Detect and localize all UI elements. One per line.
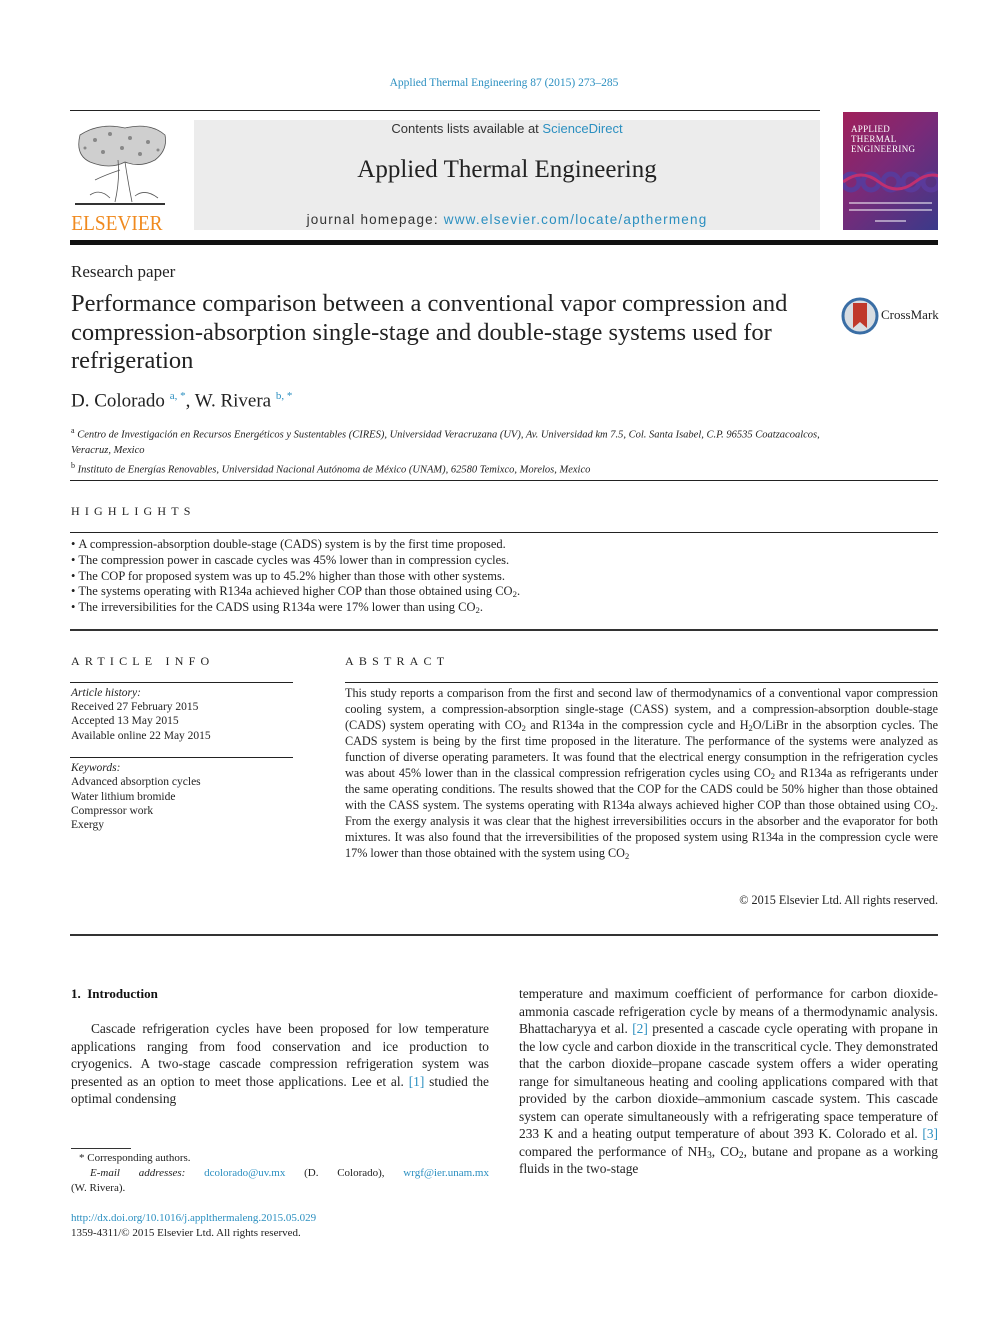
highlights-heading: HIGHLIGHTS bbox=[71, 504, 196, 518]
highlight-item: A compression-absorption double-stage (C… bbox=[71, 537, 931, 553]
author-name[interactable]: D. Colorado bbox=[71, 390, 165, 411]
journal-homepage-link[interactable]: www.elsevier.com/locate/apthermeng bbox=[444, 212, 708, 227]
email-owner: (W. Rivera). bbox=[71, 1181, 126, 1194]
article-title: Performance comparison between a convent… bbox=[71, 290, 788, 374]
affiliation-text: Centro de Investigación en Recursos Ener… bbox=[71, 429, 820, 456]
keyword: Compressor work bbox=[71, 804, 154, 817]
article-info-rule bbox=[70, 682, 293, 683]
author-separator: , bbox=[185, 390, 195, 412]
contents-available-line: Contents lists available at ScienceDirec… bbox=[194, 121, 820, 136]
keyword: Exergy bbox=[71, 819, 105, 832]
elsevier-wordmark[interactable]: ELSEVIER bbox=[70, 211, 164, 236]
abstract-heading: ABSTRACT bbox=[345, 654, 450, 668]
highlight-text: The systems operating with R134a achieve… bbox=[78, 584, 513, 599]
author-name[interactable]: W. Rivera bbox=[195, 390, 271, 411]
highlight-tail: . bbox=[516, 584, 521, 599]
author-list: D. Colorado a, *, W. Rivera b, * bbox=[71, 390, 292, 412]
highlight-item: The COP for proposed system was up to 45… bbox=[71, 569, 931, 585]
footnote-rule bbox=[71, 1148, 131, 1149]
abstract-rule bbox=[345, 682, 938, 683]
reference-link[interactable]: [1] bbox=[409, 1074, 425, 1089]
keywords-rule bbox=[70, 757, 293, 758]
abstract-segment: and R134a in the compression cycle and H bbox=[525, 717, 749, 732]
cover-title-line: Thermal bbox=[851, 134, 897, 144]
journal-homepage-line: journal homepage: www.elsevier.com/locat… bbox=[194, 212, 820, 227]
body-left-column: Cascade refrigeration cycles have been p… bbox=[71, 1020, 489, 1108]
body-text: compared the performance of NH bbox=[519, 1143, 708, 1159]
subscript: 2 bbox=[624, 850, 630, 861]
journal-cover-thumbnail[interactable]: Applied Thermal Engineering bbox=[843, 112, 938, 230]
body-right-column: temperature and maximum coefficient of p… bbox=[519, 985, 938, 1178]
author-affiliation-marks[interactable]: a, * bbox=[170, 390, 186, 402]
homepage-prefix: journal homepage: bbox=[306, 212, 444, 227]
highlight-text: The irreversibilities for the CADS using… bbox=[78, 600, 476, 615]
cover-rings-graphic-icon bbox=[843, 171, 938, 193]
keywords-label: Keywords: bbox=[71, 762, 121, 774]
author-affiliation-marks[interactable]: b, * bbox=[276, 390, 293, 402]
keyword: Water lithium bromide bbox=[71, 790, 176, 803]
article-history: Article history: Received 27 February 20… bbox=[71, 686, 211, 743]
highlight-text: The compression power in cascade cycles … bbox=[78, 552, 510, 567]
highlight-item: The irreversibilities for the CADS using… bbox=[71, 600, 931, 616]
cover-fine-text bbox=[875, 220, 906, 222]
header-bottom-rule bbox=[70, 240, 938, 245]
highlight-text: A compression-absorption double-stage (C… bbox=[78, 537, 506, 551]
footnotes: * Corresponding authors. E-mail addresse… bbox=[71, 1151, 489, 1195]
doi-link[interactable]: http://dx.doi.org/10.1016/j.applthermale… bbox=[71, 1211, 316, 1226]
keywords: Keywords: Advanced absorption cycles Wat… bbox=[71, 761, 201, 832]
abstract-text: This study reports a comparison from the… bbox=[345, 686, 938, 861]
highlight-item: The compression power in cascade cycles … bbox=[71, 553, 931, 569]
affiliation-b: b Instituto de Energías Renovables, Univ… bbox=[71, 458, 831, 478]
cover-title-line: Applied bbox=[851, 124, 891, 134]
section-number: 1. bbox=[71, 986, 81, 1001]
highlights-bottom-rule bbox=[70, 629, 938, 631]
journal-reference-link[interactable]: Applied Thermal Engineering 87 (2015) 27… bbox=[0, 77, 992, 89]
cover-fine-text bbox=[849, 202, 932, 204]
email-label: E-mail addresses: bbox=[90, 1166, 186, 1179]
header-top-rule bbox=[70, 110, 820, 111]
highlight-item: The systems operating with R134a achieve… bbox=[71, 584, 931, 600]
history-label: Article history: bbox=[71, 687, 141, 699]
section-title: Introduction bbox=[87, 986, 158, 1001]
email-owner: (D. Colorado), bbox=[285, 1166, 404, 1179]
affiliation-mark: a bbox=[71, 426, 75, 435]
affiliations: a Centro de Investigación en Recursos En… bbox=[71, 423, 831, 477]
body-text: presented a cascade cycle operating with… bbox=[519, 1021, 938, 1141]
journal-title: Applied Thermal Engineering bbox=[357, 156, 657, 183]
highlights-list: A compression-absorption double-stage (C… bbox=[71, 537, 931, 616]
abstract-bottom-rule bbox=[70, 934, 938, 936]
reference-link[interactable]: [3] bbox=[922, 1126, 938, 1141]
highlight-tail: . bbox=[479, 600, 484, 615]
highlight-text: The COP for proposed system was up to 45… bbox=[78, 568, 505, 583]
issn-copyright: 1359-4311/© 2015 Elsevier Ltd. All right… bbox=[71, 1227, 301, 1239]
article-info-heading: ARTICLE INFO bbox=[71, 654, 215, 668]
article-type: Research paper bbox=[71, 262, 176, 281]
sciencedirect-link[interactable]: ScienceDirect bbox=[542, 121, 622, 136]
history-online: Available online 22 May 2015 bbox=[71, 729, 211, 742]
abstract-copyright: © 2015 Elsevier Ltd. All rights reserved… bbox=[739, 893, 938, 907]
elsevier-tree-logo-icon bbox=[75, 125, 166, 205]
cover-title-line: Engineering bbox=[851, 144, 916, 154]
keyword: Advanced absorption cycles bbox=[71, 776, 201, 789]
corresponding-authors-note: * Corresponding authors. bbox=[79, 1152, 191, 1164]
email-link[interactable]: wrgf@ier.unam.mx bbox=[403, 1167, 489, 1179]
history-received: Received 27 February 2015 bbox=[71, 701, 199, 714]
affiliation-a: a Centro de Investigación en Recursos En… bbox=[71, 423, 831, 458]
email-link[interactable]: dcolorado@uv.mx bbox=[204, 1167, 285, 1179]
doi-block: http://dx.doi.org/10.1016/j.applthermale… bbox=[71, 1211, 316, 1241]
crossmark-label[interactable]: CrossMark bbox=[881, 307, 939, 323]
body-text: , CO bbox=[711, 1143, 739, 1159]
highlights-rule bbox=[70, 532, 938, 533]
section-heading-introduction: 1. Introduction bbox=[71, 986, 158, 1002]
highlights-top-rule bbox=[70, 480, 938, 481]
affiliation-text: Instituto de Energías Renovables, Univer… bbox=[77, 464, 591, 475]
cover-title: Applied Thermal Engineering bbox=[851, 124, 915, 154]
reference-link[interactable]: [2] bbox=[632, 1021, 648, 1036]
affiliation-mark: b bbox=[71, 460, 75, 470]
cover-fine-text bbox=[849, 209, 932, 211]
email-addresses: E-mail addresses: dcolorado@uv.mx (D. Co… bbox=[71, 1166, 489, 1181]
history-accepted: Accepted 13 May 2015 bbox=[71, 715, 179, 728]
contents-prefix: Contents lists available at bbox=[391, 121, 543, 136]
